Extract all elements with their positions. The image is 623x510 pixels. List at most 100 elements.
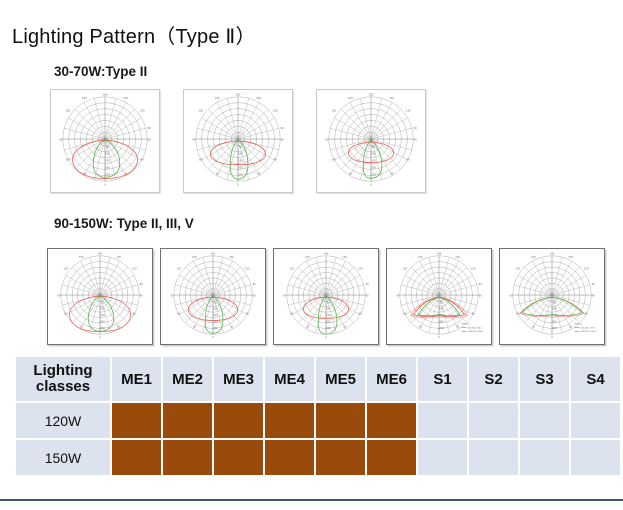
cell-120w-me3 <box>214 403 263 438</box>
svg-text:150: 150 <box>213 314 218 317</box>
svg-text:90: 90 <box>283 294 287 297</box>
svg-text:150: 150 <box>389 96 394 100</box>
cell-150w-me1 <box>112 440 161 475</box>
svg-text:180: 180 <box>437 252 442 255</box>
svg-text:90: 90 <box>366 283 370 286</box>
svg-text:100: 100 <box>213 308 218 311</box>
svg-text:120: 120 <box>331 109 336 113</box>
svg-text:30: 30 <box>532 325 536 328</box>
svg-text:180: 180 <box>369 92 374 96</box>
svg-text:90: 90 <box>366 294 370 297</box>
svg-text:150: 150 <box>371 159 376 163</box>
cell-150w-me3 <box>214 440 263 475</box>
svg-text:120: 120 <box>245 268 250 271</box>
polar-diagram-70w: 180 150 120 90 90 60 30 0 30 60 90 120 150 50 100… <box>316 89 426 193</box>
svg-text:90: 90 <box>281 126 285 130</box>
svg-text:90: 90 <box>253 294 257 297</box>
svg-text:250: 250 <box>371 172 376 176</box>
svg-text:150: 150 <box>326 314 331 317</box>
svg-text:150: 150 <box>79 256 84 259</box>
svg-text:150: 150 <box>82 96 87 100</box>
footer-rule <box>0 499 623 501</box>
table-header-me3: ME3 <box>214 357 263 401</box>
svg-text:150: 150 <box>455 256 460 259</box>
svg-text:100: 100 <box>238 152 243 156</box>
svg-text:60: 60 <box>64 313 68 316</box>
section-caption-30-70w: 30-70W:Type II <box>54 64 148 79</box>
svg-text:120: 120 <box>584 268 589 271</box>
svg-text:250: 250 <box>100 327 105 330</box>
svg-text:200: 200 <box>439 320 444 323</box>
svg-text:120: 120 <box>358 268 363 271</box>
svg-text:120: 120 <box>515 268 520 271</box>
svg-text:60: 60 <box>516 313 520 316</box>
svg-text:150: 150 <box>105 159 110 163</box>
table-corner-header: Lighting classes <box>16 357 110 401</box>
svg-text:180: 180 <box>324 252 329 255</box>
svg-text:60: 60 <box>332 158 336 162</box>
svg-text:120: 120 <box>402 268 407 271</box>
svg-text:30: 30 <box>117 325 121 328</box>
svg-text:150: 150 <box>348 96 353 100</box>
svg-text:50: 50 <box>327 301 331 304</box>
svg-text:150: 150 <box>418 256 423 259</box>
svg-text:100: 100 <box>552 308 557 311</box>
section-caption-90-150w: 90-150W: Type II, III, V <box>54 216 194 231</box>
svg-text:60: 60 <box>274 158 278 162</box>
svg-text:90: 90 <box>479 294 483 297</box>
svg-text:60: 60 <box>177 313 181 316</box>
svg-text:180: 180 <box>103 92 108 96</box>
cell-120w-me6 <box>367 403 416 438</box>
svg-text:0: 0 <box>99 336 101 339</box>
svg-text:30: 30 <box>257 171 261 175</box>
svg-text:60: 60 <box>359 313 363 316</box>
svg-text:250: 250 <box>552 327 557 330</box>
svg-text:90: 90 <box>592 283 596 286</box>
svg-text:60: 60 <box>199 158 203 162</box>
polar-diagram-90w: 180 150 120 90 90 60 30 0 30 60 90 120 150 50 100… <box>47 248 153 345</box>
svg-text:30: 30 <box>569 325 573 328</box>
cell-150w-s2 <box>469 440 518 475</box>
diagram-row-30-70w: 180 150 120 90 90 60 30 0 30 60 90 120 150 50 100… <box>50 89 426 193</box>
svg-text:100: 100 <box>105 152 110 156</box>
svg-text:200: 200 <box>105 165 110 169</box>
svg-text:0: 0 <box>370 183 372 187</box>
cell-120w-s1 <box>418 403 467 438</box>
polar-diagram-150w: 180 150 120 90 90 60 30 0 30 60 90 120 150 50 100… <box>499 248 605 345</box>
svg-text:150: 150 <box>238 159 243 163</box>
svg-text:90: 90 <box>148 126 152 130</box>
cell-120w-s2 <box>469 403 518 438</box>
table-header-row: Lighting classes ME1 ME2 ME3 ME4 ME5 ME6… <box>16 357 620 401</box>
svg-text:180: 180 <box>236 92 241 96</box>
svg-text:90: 90 <box>140 294 144 297</box>
table-header-s2: S2 <box>469 357 518 401</box>
svg-text:150: 150 <box>215 96 220 100</box>
svg-text:30: 30 <box>306 325 310 328</box>
table-header-me2: ME2 <box>163 357 212 401</box>
svg-text:90: 90 <box>140 283 144 286</box>
cell-120w-s3 <box>520 403 569 438</box>
svg-text:0: 0 <box>325 336 327 339</box>
cell-120w-me1 <box>112 403 161 438</box>
svg-text:0: 0 <box>551 336 553 339</box>
svg-text:120: 120 <box>132 268 137 271</box>
svg-text:250: 250 <box>238 172 243 176</box>
svg-text:200: 200 <box>552 320 557 323</box>
svg-text:C0/C180: 277.5: C0/C180: 277.5 <box>580 327 595 329</box>
svg-text:30: 30 <box>230 325 234 328</box>
svg-text:60: 60 <box>290 313 294 316</box>
table-header-s4: S4 <box>571 357 620 401</box>
svg-text:100: 100 <box>326 308 331 311</box>
svg-text:120: 120 <box>406 109 411 113</box>
svg-text:0: 0 <box>104 183 106 187</box>
svg-text:150: 150 <box>100 314 105 317</box>
svg-text:50: 50 <box>214 301 218 304</box>
row-label-120w: 120W <box>16 403 110 438</box>
polar-diagram-100w: 180 150 120 90 90 60 30 0 30 60 90 120 150 50 100… <box>160 248 266 345</box>
svg-text:50: 50 <box>106 145 110 149</box>
svg-text:150: 150 <box>531 256 536 259</box>
svg-text:C90/C270: 234.3: C90/C270: 234.3 <box>467 331 483 333</box>
svg-text:50: 50 <box>440 301 444 304</box>
svg-text:90: 90 <box>57 294 61 297</box>
svg-text:90: 90 <box>281 138 285 142</box>
